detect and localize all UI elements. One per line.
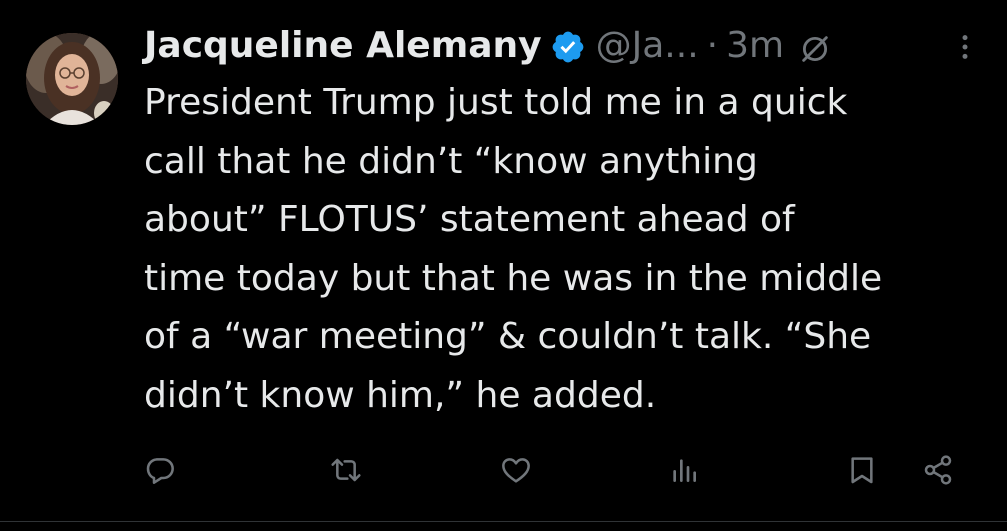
views-icon xyxy=(673,459,696,482)
share-button[interactable] xyxy=(918,448,958,492)
avatar[interactable] xyxy=(26,33,118,125)
separator-dot: · xyxy=(706,25,719,66)
tweet-text: President Trump just told me in a quick … xyxy=(144,82,883,416)
views-button[interactable] xyxy=(664,448,704,492)
tweet-actions xyxy=(0,448,1007,498)
more-options-icon[interactable] xyxy=(950,32,980,62)
reply-button[interactable] xyxy=(140,448,180,492)
tweet[interactable]: Jacqueline Alemany @Ja... · 3m President… xyxy=(0,0,1007,531)
bookmark-icon xyxy=(851,457,873,484)
author-name[interactable]: Jacqueline Alemany xyxy=(144,20,542,72)
reply-icon xyxy=(146,458,174,484)
share-icon xyxy=(924,455,952,485)
tweet-header: Jacqueline Alemany @Ja... · 3m xyxy=(144,20,832,72)
verified-badge-icon[interactable] xyxy=(550,28,586,64)
tweet-time[interactable]: 3m xyxy=(726,20,784,72)
author-handle[interactable]: @Ja... xyxy=(596,20,699,72)
tweet-divider xyxy=(0,521,1007,522)
retweet-icon xyxy=(331,458,361,482)
bookmark-button[interactable] xyxy=(842,448,882,492)
retweet-button[interactable] xyxy=(326,448,366,492)
no-reply-icon xyxy=(798,29,832,63)
like-icon xyxy=(502,458,530,483)
like-button[interactable] xyxy=(496,448,536,492)
